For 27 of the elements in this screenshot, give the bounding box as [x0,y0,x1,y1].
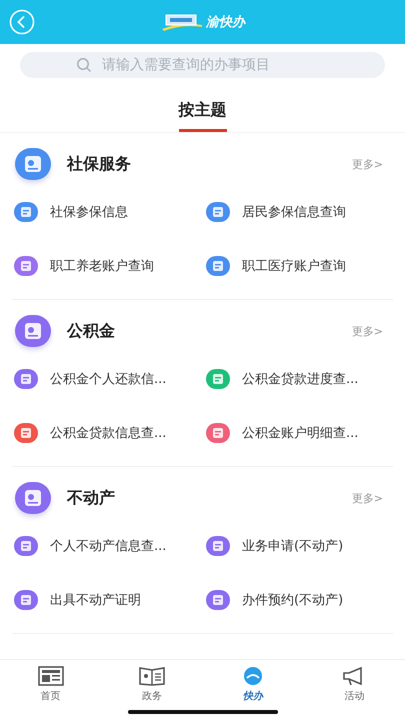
book-icon [138,666,165,686]
logo-icon [160,13,204,31]
tab-bar-item[interactable]: 快办 [202,660,304,708]
service-item[interactable]: 社保参保信息 [12,185,204,239]
back-button[interactable] [8,8,36,36]
service-item[interactable]: 居民参保信息查询 [204,185,393,239]
newspaper-icon [38,666,64,686]
service-item[interactable]: 公积金贷款信息查... [12,406,204,460]
topic-tab[interactable]: 按主题 [178,100,226,132]
tab-bar-item[interactable]: 首页 [0,660,102,708]
section-title: 社保服务 [67,154,132,174]
service-item[interactable]: 办件预约(不动产) [204,573,393,627]
service-item[interactable]: 职工医疗账户查询 [204,239,393,293]
section-title: 公积金 [67,320,116,342]
logo-text: 渝快办 [206,14,245,31]
section-title: 不动产 [67,488,116,508]
service-item[interactable]: 职工养老账户查询 [12,239,204,293]
service-item[interactable]: 个人不动产信息查... [12,519,204,573]
search-field[interactable]: 请输入需要查询的办事项目 [20,52,385,78]
tab-bar-item[interactable]: 活动 [304,660,405,708]
service-item[interactable]: 公积金账户明细查... [204,406,393,460]
service-item[interactable]: 公积金贷款进度查... [204,352,393,406]
service-item[interactable]: 业务申请(不动产) [204,519,393,573]
search-icon [76,57,92,73]
service-item[interactable]: 公积金个人还款信... [12,352,204,406]
service-item[interactable]: 出具不动产证明 [12,573,204,627]
tab-bar-item[interactable]: 政务 [101,660,202,708]
